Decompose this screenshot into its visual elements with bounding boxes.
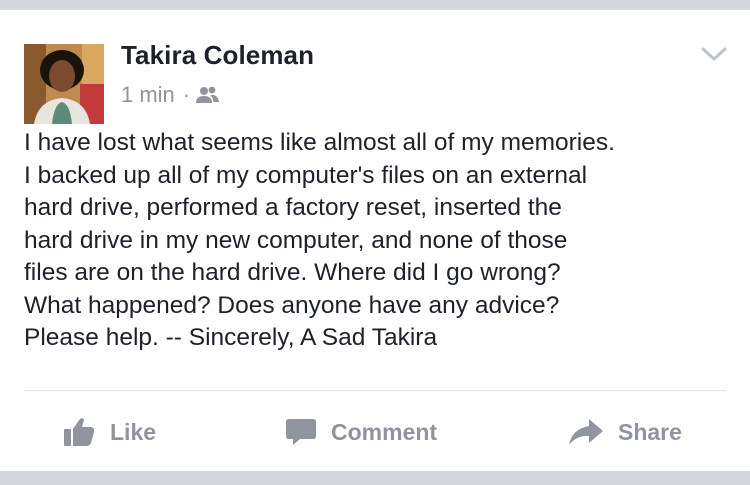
share-button[interactable]: Share <box>568 410 682 454</box>
comment-label: Comment <box>331 418 438 445</box>
post-timestamp[interactable]: 1 min <box>121 82 175 108</box>
like-label: Like <box>110 418 157 445</box>
share-arrow-icon <box>569 419 603 445</box>
chevron-down-icon[interactable] <box>700 44 728 64</box>
speech-bubble-icon <box>286 419 316 445</box>
like-button[interactable]: Like <box>62 410 156 454</box>
avatar-photo <box>24 44 104 124</box>
avatar[interactable] <box>24 44 104 124</box>
thumbs-up-icon <box>64 418 95 446</box>
friends-icon[interactable] <box>196 85 220 105</box>
author-name[interactable]: Takira Coleman <box>121 40 314 71</box>
meta-separator: · <box>182 82 191 107</box>
comment-button[interactable]: Comment <box>285 410 437 454</box>
post-meta: 1 min · <box>121 82 220 108</box>
post-card: Takira Coleman 1 min · I have lost what … <box>0 10 750 471</box>
post-text: I have lost what seems like almost all o… <box>24 129 615 351</box>
share-label: Share <box>618 418 682 445</box>
divider <box>24 390 726 391</box>
